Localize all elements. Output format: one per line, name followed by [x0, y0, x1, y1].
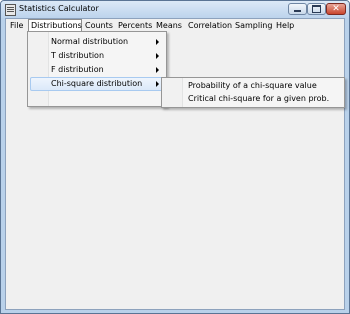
menu-sampling[interactable]: Sampling	[233, 19, 274, 32]
menu-item-critical-chi-square[interactable]: Critical chi-square for a given prob.	[164, 93, 342, 106]
submenu-arrow-icon	[156, 81, 159, 87]
maximize-icon	[312, 5, 321, 13]
close-icon: ✕	[332, 4, 340, 14]
close-button[interactable]: ✕	[326, 3, 346, 15]
client-area: File Distributions Counts Percents Means…	[5, 18, 345, 310]
minimize-button[interactable]	[288, 3, 307, 15]
menu-item-label: Critical chi-square for a given prob.	[188, 94, 330, 103]
menu-item-f-distribution[interactable]: F distribution	[30, 63, 164, 77]
menu-item-chi-square-distribution[interactable]: Chi-square distribution	[30, 77, 164, 91]
submenu-arrow-icon	[156, 67, 159, 73]
window-title: Statistics Calculator	[19, 4, 99, 13]
menu-item-label: F distribution	[51, 65, 104, 74]
submenu-arrow-icon	[156, 53, 159, 59]
distributions-dropdown: Normal distribution T distribution F dis…	[27, 31, 167, 107]
submenu-arrow-icon	[156, 39, 159, 45]
menu-correlation[interactable]: Correlation	[186, 19, 234, 32]
menu-item-label: T distribution	[51, 51, 105, 60]
minimize-icon	[294, 10, 301, 12]
menu-item-chi-square-probability[interactable]: Probability of a chi-square value	[164, 80, 342, 93]
title-bar[interactable]: Statistics Calculator ✕	[1, 1, 349, 18]
menu-item-label: Probability of a chi-square value	[188, 81, 317, 90]
chi-square-submenu: Probability of a chi-square value Critic…	[161, 77, 345, 108]
maximize-button[interactable]	[307, 3, 326, 15]
menu-item-label: Normal distribution	[51, 37, 129, 46]
calculator-app-icon[interactable]	[5, 4, 16, 16]
menu-item-normal-distribution[interactable]: Normal distribution	[30, 35, 164, 49]
menu-help[interactable]: Help	[274, 19, 296, 32]
menu-file[interactable]: File	[8, 19, 25, 32]
menu-item-label: Chi-square distribution	[51, 79, 143, 88]
menu-item-t-distribution[interactable]: T distribution	[30, 49, 164, 63]
app-window: Statistics Calculator ✕ File Distributio…	[0, 0, 350, 314]
